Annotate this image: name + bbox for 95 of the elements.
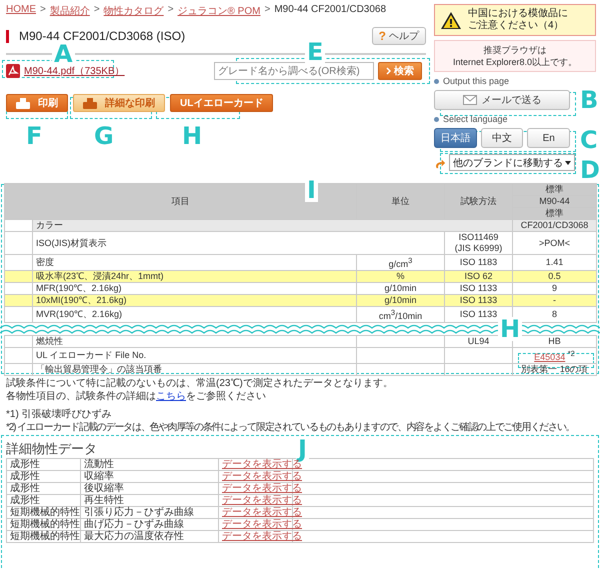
table-cell: 最大応力の温度依存性 [80, 530, 218, 542]
table-cell: 後収縮率 [80, 482, 218, 494]
column-header: 試験方法 [444, 184, 512, 220]
table-cell: ISO 1133 [444, 294, 512, 306]
table-cell: UL イエローカード File No. [32, 348, 356, 364]
table-cell: 収縮率 [80, 470, 218, 482]
table-cell-text: (JIS K6999) [454, 243, 504, 254]
brand-select[interactable]: 他のブランドに移動する [449, 154, 575, 171]
pdf-icon [6, 64, 20, 78]
table-cell: 0.5 [512, 270, 596, 282]
breadcrumb-link[interactable]: 物性カタログ [104, 4, 164, 18]
table-cell: MVR(190℃、2.16kg) [32, 306, 356, 322]
footnote-text: *1) 引張破壊呼びひずみ [6, 409, 113, 421]
warning-text: ご注意ください（4） [468, 20, 565, 32]
search-button[interactable]: 検索 [378, 62, 422, 80]
chevron-icon [386, 67, 391, 75]
caret-icon [565, 160, 571, 164]
table-cell: ISO(JIS)材質表示 [32, 232, 444, 254]
warning-icon [440, 10, 462, 30]
breadcrumb-link[interactable]: 製品紹介 [50, 4, 90, 18]
table-cell: 短期機械的特性 [6, 518, 80, 530]
details-link[interactable]: こちら [156, 391, 186, 402]
page-title: M90-44 CF2001/CD3068 (ISO) [19, 29, 186, 43]
table-cell: 成形性 [6, 494, 80, 506]
table-cell: 成形性 [6, 482, 80, 494]
pdf-link[interactable]: M90-44.pdf（735KB） [24, 64, 125, 78]
section-heading: Select language [443, 114, 508, 124]
table-cell: 吸水率(23℃、浸漬24hr、1mmt) [32, 270, 356, 282]
language-button[interactable]: 日本語 [434, 128, 477, 148]
envelope-icon [462, 95, 476, 105]
breadcrumb-separator: > [94, 4, 100, 17]
breadcrumb-separator: > [264, 4, 270, 17]
section-title: 詳細物性データ [6, 440, 98, 458]
breadcrumb-link[interactable]: HOME [6, 4, 36, 18]
table-cell: カラー [32, 220, 512, 232]
show-data-link[interactable]: データを表示する [222, 495, 302, 506]
table-cell: % [356, 270, 444, 282]
print-button[interactable]: 印刷 [6, 94, 68, 112]
file-number-link[interactable]: E45034 [534, 352, 566, 362]
breadcrumb-link[interactable]: ジュラコン® POM [178, 4, 260, 18]
breadcrumb-separator: > [40, 4, 46, 17]
breadcrumb-separator: > [168, 4, 174, 17]
email-button[interactable]: メールで送る [434, 90, 570, 110]
table-cell-text: ISO11469 [458, 232, 500, 243]
notice-text: 推奨ブラウザは [482, 44, 548, 56]
show-data-link[interactable]: データを表示する [222, 483, 302, 494]
language-button[interactable]: 中文 [480, 128, 524, 148]
printer-icon [16, 98, 30, 108]
column-header: M90-44 [512, 196, 596, 208]
notice-text: Internet Explorer8.0以上です。 [452, 56, 578, 68]
table-cell: 燃焼性 [32, 336, 356, 348]
column-header: 標準 [512, 208, 596, 220]
show-data-link[interactable]: データを表示する [222, 507, 302, 518]
table-cell: 短期機械的特性 [6, 506, 80, 518]
bullet-icon [434, 116, 439, 122]
title-marker [6, 30, 9, 42]
table-cell: 再生特性 [80, 494, 218, 506]
table-cell: 「輸出貿易管理令」の該当項番 [32, 364, 356, 376]
callout-label: J [296, 437, 309, 461]
show-data-link[interactable]: データを表示する [222, 531, 302, 542]
arrow-icon [434, 156, 446, 168]
table-cell: 成形性 [6, 470, 80, 482]
footnote-text: *2) イエローカード記載のデータは、色や肉厚等の条件によって限定されているものもありますので、内容をよくご確認の上でご使用ください。 [6, 422, 576, 434]
table-cell: ISO 62 [444, 270, 512, 282]
table-cell: CF2001/CD3068 [512, 220, 596, 232]
show-data-link[interactable]: データを表示する [222, 471, 302, 482]
table-cell: >POM< [512, 232, 596, 254]
bullet-icon [434, 78, 439, 84]
table-cell: HB [512, 336, 596, 348]
language-button[interactable]: En [527, 128, 570, 148]
table-cell: 引張り応力－ひずみ曲線 [80, 506, 218, 518]
section-heading: Output this page [443, 76, 510, 86]
column-header: 単位 [356, 184, 444, 220]
help-button[interactable]: ? ヘルプ [372, 27, 426, 45]
note-text: 試験条件について特に記載のないものは、常温(23℃)で測定されたデータとなります。 [6, 378, 394, 390]
ul-card-button[interactable]: ULイエローカード [170, 94, 274, 112]
warning-banner[interactable]: 中国における模倣品に ご注意ください（4） [434, 4, 596, 36]
table-cell: 流動性 [80, 458, 218, 470]
show-data-link[interactable]: データを表示する [222, 519, 302, 530]
breadcrumb-current: M90-44 CF2001/CD3068 [274, 4, 386, 17]
table-cell: 10xMI(190℃、21.6kg) [32, 294, 356, 306]
note-text: 各物性項目の、試験条件の詳細はこちら をご参照ください [6, 391, 267, 403]
printer-icon [83, 98, 97, 108]
callout-label: I [305, 178, 318, 202]
table-cell: 曲げ応力－ひずみ曲線 [80, 518, 218, 530]
warning-text: 中国における模倣品に [468, 8, 568, 20]
table-cell: 成形性 [6, 458, 80, 470]
callout-label: E [305, 40, 326, 64]
search-field[interactable]: グレード名から調べる(OR検索) [214, 62, 374, 80]
table-cell: cm$^{3}$/10min [356, 306, 444, 322]
table-cell: g/10min [356, 294, 444, 306]
table-cell: 短期機械的特性 [6, 530, 80, 542]
column-header: 標準 [512, 184, 596, 196]
detailed-print-button[interactable]: 詳細な印刷 [73, 94, 165, 112]
table-cell: - [512, 294, 596, 306]
